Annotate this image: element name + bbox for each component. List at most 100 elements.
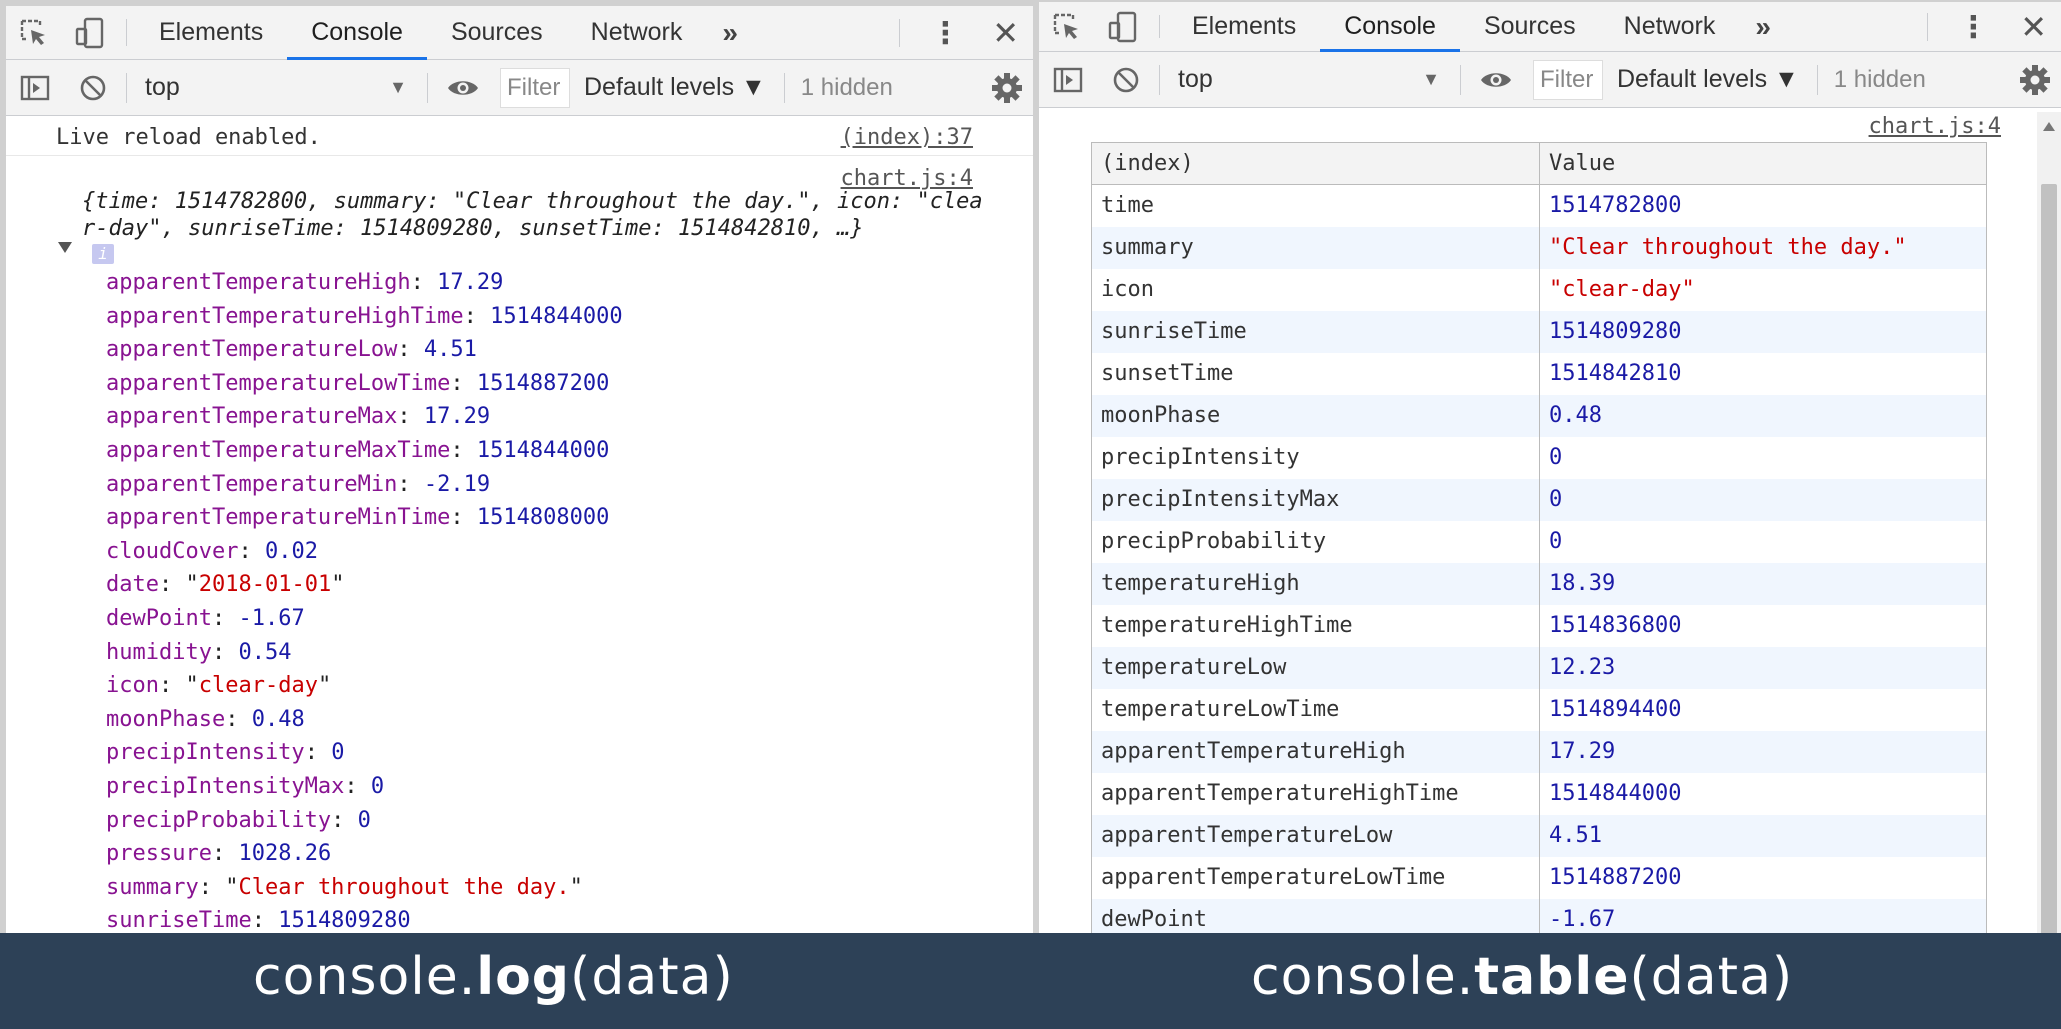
property-value: 4.51 bbox=[423, 337, 477, 363]
table-row[interactable]: dewPoint -1.67 bbox=[1091, 898, 1987, 933]
context-selector[interactable]: top ▼ bbox=[1164, 65, 1454, 94]
table-cell-index: time bbox=[1091, 184, 1540, 227]
tab-console[interactable]: Console bbox=[287, 6, 427, 60]
object-property-row[interactable]: sunriseTime: 1514809280 bbox=[106, 904, 1033, 933]
property-key: moonPhase bbox=[106, 706, 226, 732]
object-property-row[interactable]: dewPoint: -1.67 bbox=[106, 602, 1033, 636]
table-row[interactable]: precipIntensity 0 bbox=[1091, 436, 1987, 479]
live-expression-eye-icon[interactable] bbox=[1467, 52, 1525, 108]
inspect-element-icon[interactable] bbox=[1039, 2, 1095, 51]
property-value: 0.54 bbox=[238, 639, 292, 665]
table-body: time 1514782800 summary "Clear throughout t… bbox=[1091, 184, 1987, 933]
object-property-row[interactable]: date: "2018-01-01" bbox=[106, 568, 1033, 602]
gear-icon[interactable] bbox=[991, 72, 1023, 109]
table-row[interactable]: temperatureLow 12.23 bbox=[1091, 646, 1987, 689]
tab-elements[interactable]: Elements bbox=[1168, 2, 1320, 51]
property-value: 0 bbox=[370, 773, 385, 799]
log-levels-dropdown[interactable]: Default levels ▼ bbox=[570, 73, 780, 102]
more-tabs-icon[interactable]: » bbox=[706, 6, 754, 59]
table-row[interactable]: apparentTemperatureLowTime 1514887200 bbox=[1091, 856, 1987, 899]
property-value: 1514808000 bbox=[476, 505, 610, 531]
object-property-row[interactable]: moonPhase: 0.48 bbox=[106, 703, 1033, 737]
live-expression-eye-icon[interactable] bbox=[434, 60, 492, 116]
property-key: apparentTemperatureLowTime bbox=[106, 370, 451, 396]
context-label: top bbox=[1178, 65, 1213, 93]
expand-triangle-icon[interactable] bbox=[58, 242, 72, 253]
context-selector[interactable]: top ▼ bbox=[131, 73, 421, 102]
table-row[interactable]: apparentTemperatureHighTime 1514844000 bbox=[1091, 772, 1987, 815]
show-sidebar-icon[interactable] bbox=[6, 60, 64, 116]
inspect-element-icon[interactable] bbox=[6, 6, 62, 59]
object-property-row[interactable]: precipIntensityMax: 0 bbox=[106, 770, 1033, 804]
object-property-row[interactable]: pressure: 1028.26 bbox=[106, 837, 1033, 871]
table-row[interactable]: summary "Clear throughout the day." bbox=[1091, 226, 1987, 269]
tab-sources[interactable]: Sources bbox=[427, 6, 567, 59]
column-header-value[interactable]: Value bbox=[1539, 142, 1987, 185]
filter-input[interactable]: Filter bbox=[500, 67, 570, 108]
clear-console-icon[interactable] bbox=[64, 60, 122, 116]
source-link[interactable]: chart.js:4 bbox=[1869, 114, 2001, 139]
info-icon[interactable]: i bbox=[92, 244, 114, 264]
object-property-row[interactable]: icon: "clear-day" bbox=[106, 669, 1033, 703]
scroll-up-arrow-icon[interactable] bbox=[2043, 122, 2055, 131]
more-tabs-icon[interactable]: » bbox=[1739, 2, 1787, 51]
table-cell-value: 1514782800 bbox=[1539, 184, 1987, 227]
table-row[interactable]: apparentTemperatureHigh 17.29 bbox=[1091, 730, 1987, 773]
object-property-row[interactable]: apparentTemperatureHighTime: 1514844000 bbox=[106, 300, 1033, 334]
table-row[interactable]: precipProbability 0 bbox=[1091, 520, 1987, 563]
source-link[interactable]: chart.js:4 bbox=[841, 166, 973, 191]
object-property-row[interactable]: apparentTemperatureMinTime: 1514808000 bbox=[106, 501, 1033, 535]
table-cell-index: sunsetTime bbox=[1091, 352, 1540, 395]
tab-network[interactable]: Network bbox=[1600, 2, 1740, 51]
object-property-row[interactable]: precipIntensity: 0 bbox=[106, 736, 1033, 770]
toolbar-divider bbox=[1816, 64, 1818, 95]
object-property-row[interactable]: precipProbability: 0 bbox=[106, 804, 1033, 838]
close-icon[interactable]: ✕ bbox=[982, 14, 1033, 52]
table-row[interactable]: temperatureLowTime 1514894400 bbox=[1091, 688, 1987, 731]
close-icon[interactable]: ✕ bbox=[2010, 8, 2061, 46]
table-row[interactable]: time 1514782800 bbox=[1091, 184, 1987, 227]
object-property-row[interactable]: apparentTemperatureLowTime: 1514887200 bbox=[106, 367, 1033, 401]
kebab-menu-icon[interactable]: ⋮ bbox=[1936, 10, 2010, 45]
tab-console[interactable]: Console bbox=[1320, 2, 1460, 52]
table-row[interactable]: moonPhase 0.48 bbox=[1091, 394, 1987, 437]
device-toolbar-icon[interactable] bbox=[1095, 2, 1151, 51]
tab-network[interactable]: Network bbox=[567, 6, 707, 59]
property-key: pressure bbox=[106, 841, 212, 867]
object-property-row[interactable]: apparentTemperatureHigh: 17.29 bbox=[106, 266, 1033, 300]
scrollbar-thumb[interactable] bbox=[2041, 184, 2057, 933]
column-header-index[interactable]: (index) bbox=[1091, 142, 1540, 185]
property-key: icon bbox=[106, 673, 159, 699]
table-row[interactable]: temperatureHighTime 1514836800 bbox=[1091, 604, 1987, 647]
kebab-menu-icon[interactable]: ⋮ bbox=[908, 16, 982, 51]
vertical-scrollbar[interactable] bbox=[2037, 112, 2061, 933]
object-property-row[interactable]: cloudCover: 0.02 bbox=[106, 535, 1033, 569]
object-property-row[interactable]: summary: "Clear throughout the day." bbox=[106, 871, 1033, 905]
source-link[interactable]: (index):37 bbox=[841, 125, 973, 150]
object-property-row[interactable]: apparentTemperatureMaxTime: 1514844000 bbox=[106, 434, 1033, 468]
log-levels-dropdown[interactable]: Default levels ▼ bbox=[1603, 65, 1813, 94]
log-message-text: Live reload enabled. bbox=[56, 125, 321, 150]
table-row[interactable]: precipIntensityMax 0 bbox=[1091, 478, 1987, 521]
object-preview[interactable]: {time: 1514782800, summary: "Clear throu… bbox=[82, 188, 992, 242]
tab-sources[interactable]: Sources bbox=[1460, 2, 1600, 51]
tab-elements[interactable]: Elements bbox=[135, 6, 287, 59]
table-cell-index: precipProbability bbox=[1091, 520, 1540, 563]
table-row[interactable]: apparentTemperatureLow 4.51 bbox=[1091, 814, 1987, 857]
table-row[interactable]: sunsetTime 1514842810 bbox=[1091, 352, 1987, 395]
device-toolbar-icon[interactable] bbox=[62, 6, 118, 59]
table-cell-value: 0.48 bbox=[1539, 394, 1987, 437]
object-property-row[interactable]: apparentTemperatureMin: -2.19 bbox=[106, 468, 1033, 502]
property-value: 1514887200 bbox=[476, 370, 610, 396]
show-sidebar-icon[interactable] bbox=[1039, 52, 1097, 108]
object-property-row[interactable]: apparentTemperatureMax: 17.29 bbox=[106, 400, 1033, 434]
clear-console-icon[interactable] bbox=[1097, 52, 1155, 108]
table-row[interactable]: sunriseTime 1514809280 bbox=[1091, 310, 1987, 353]
gear-icon[interactable] bbox=[2019, 64, 2051, 101]
filter-input[interactable]: Filter bbox=[1533, 59, 1603, 100]
table-row[interactable]: temperatureHigh 18.39 bbox=[1091, 562, 1987, 605]
object-property-row[interactable]: apparentTemperatureLow: 4.51 bbox=[106, 333, 1033, 367]
table-cell-index: apparentTemperatureHigh bbox=[1091, 730, 1540, 773]
object-property-row[interactable]: humidity: 0.54 bbox=[106, 636, 1033, 670]
table-row[interactable]: icon "clear-day" bbox=[1091, 268, 1987, 311]
